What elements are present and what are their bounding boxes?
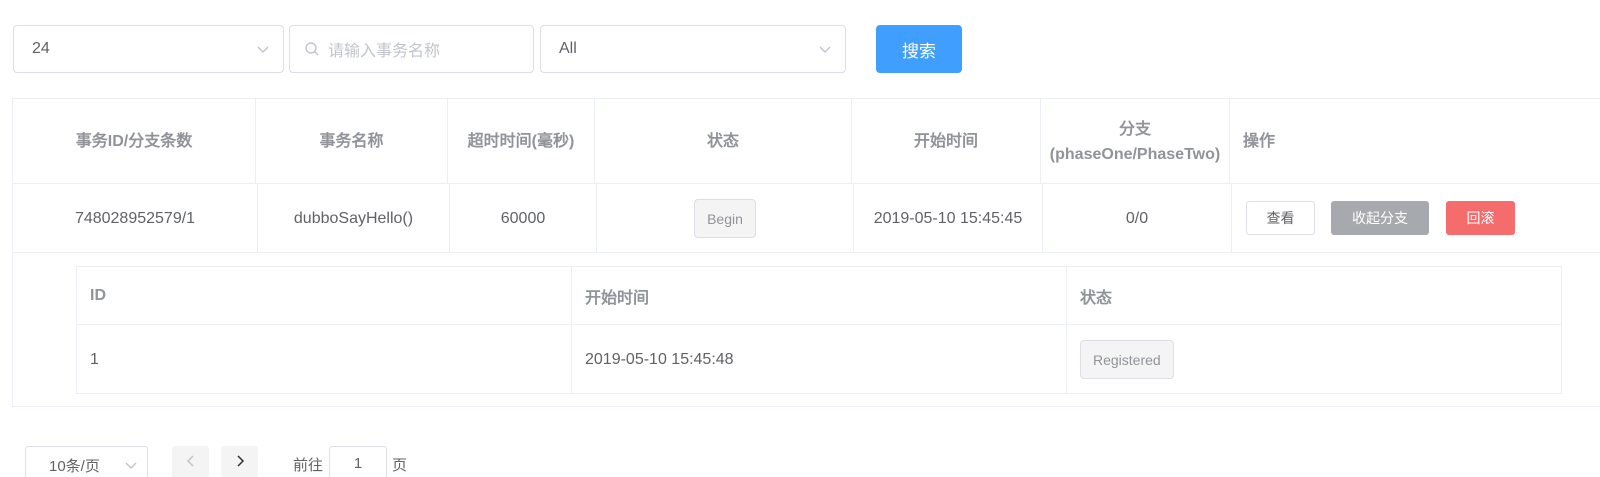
chevron-down-icon xyxy=(257,46,269,53)
goto-page-input[interactable]: 1 xyxy=(329,446,387,477)
branch-table: ID 开始时间 状态 1 2019-05-10 15:45:48 Registe… xyxy=(76,266,1562,394)
pagination-size-select[interactable]: 10条/页 xyxy=(25,446,148,477)
header-transaction-name: 事务名称 xyxy=(256,99,448,184)
branch-header-status: 状态 xyxy=(1080,289,1113,307)
goto-unit: 页 xyxy=(392,457,408,474)
branch-table-header: ID 开始时间 状态 xyxy=(77,267,1561,325)
status-filter-select[interactable]: All xyxy=(540,25,846,73)
rollback-button[interactable]: 回滚 xyxy=(1446,201,1515,235)
chevron-down-icon xyxy=(125,462,137,469)
goto-label: 前往 xyxy=(293,457,324,474)
branch-status-badge: Registered xyxy=(1080,340,1174,379)
cell-status: Begin xyxy=(597,184,854,253)
prev-page-button[interactable] xyxy=(172,446,209,477)
header-start-time: 开始时间 xyxy=(852,99,1041,184)
status-badge: Begin xyxy=(694,199,756,238)
branch-cell-start-time: 2019-05-10 15:45:48 xyxy=(572,325,1067,394)
header-branches: 分支(phaseOne/PhaseTwo) xyxy=(1041,99,1230,184)
page-size-select[interactable]: 24 xyxy=(13,25,284,73)
cell-actions: 查看 收起分支 回滚 xyxy=(1232,184,1572,253)
cell-start-time: 2019-05-10 15:45:45 xyxy=(854,184,1043,253)
search-placeholder: 请输入事务名称 xyxy=(328,43,441,60)
header-status: 状态 xyxy=(595,99,852,184)
transactions-table: 事务ID/分支条数 事务名称 超时时间(毫秒) 状态 开始时间 分支(phase… xyxy=(12,98,1600,407)
chevron-down-icon xyxy=(819,46,831,53)
header-transaction-id: 事务ID/分支条数 xyxy=(13,99,256,184)
header-actions: 操作 xyxy=(1243,133,1276,150)
cell-branches: 0/0 xyxy=(1043,184,1232,253)
view-button[interactable]: 查看 xyxy=(1246,201,1315,235)
collapse-branches-button[interactable]: 收起分支 xyxy=(1331,201,1429,235)
page-size-select-value: 24 xyxy=(32,40,50,57)
next-page-button[interactable] xyxy=(221,446,258,477)
cell-timeout: 60000 xyxy=(450,184,597,253)
search-button[interactable]: 搜索 xyxy=(876,25,962,73)
search-icon xyxy=(305,42,319,56)
pagination-size-value: 10条/页 xyxy=(49,458,100,475)
header-timeout: 超时时间(毫秒) xyxy=(448,99,595,184)
status-filter-value: All xyxy=(559,40,577,57)
cell-transaction-name: dubboSayHello() xyxy=(258,184,450,253)
branch-header-start-time: 开始时间 xyxy=(572,267,1067,324)
table-row: 748028952579/1 dubboSayHello() 60000 Beg… xyxy=(13,184,1600,253)
cell-transaction-id: 748028952579/1 xyxy=(13,184,258,253)
chevron-left-icon xyxy=(186,455,194,467)
transaction-name-search-input[interactable]: 请输入事务名称 xyxy=(289,25,534,73)
branch-cell-id: 1 xyxy=(77,325,572,394)
chevron-right-icon xyxy=(236,455,244,467)
table-header: 事务ID/分支条数 事务名称 超时时间(毫秒) 状态 开始时间 分支(phase… xyxy=(13,99,1600,184)
branch-header-id: ID xyxy=(77,267,572,324)
branch-cell-status: Registered xyxy=(1067,325,1561,394)
branch-table-row: 1 2019-05-10 15:45:48 Registered xyxy=(77,325,1561,394)
